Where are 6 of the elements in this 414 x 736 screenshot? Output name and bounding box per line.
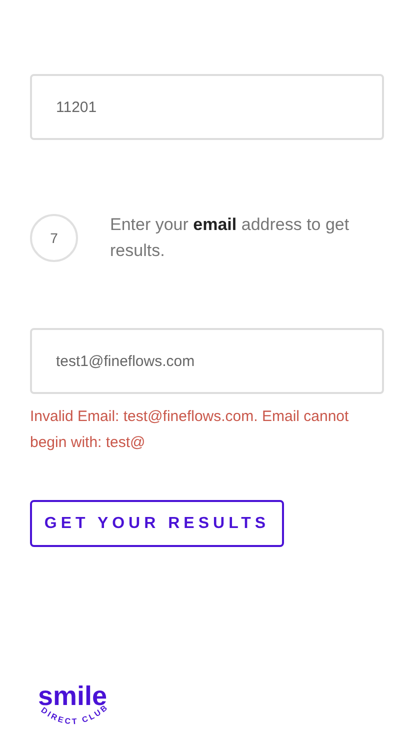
error-message: Invalid Email: test@fineflows.com. Email cannot begin with: test@ [30, 407, 350, 453]
step-prompt: Enter your email address to get results. [109, 214, 350, 262]
zip-code-field[interactable]: 11201 [30, 74, 384, 140]
email-field[interactable]: test1@fineflows.com [30, 328, 384, 394]
get-results-button[interactable]: GET YOUR RESULTS [30, 500, 284, 547]
step-number: 7 [30, 214, 78, 262]
